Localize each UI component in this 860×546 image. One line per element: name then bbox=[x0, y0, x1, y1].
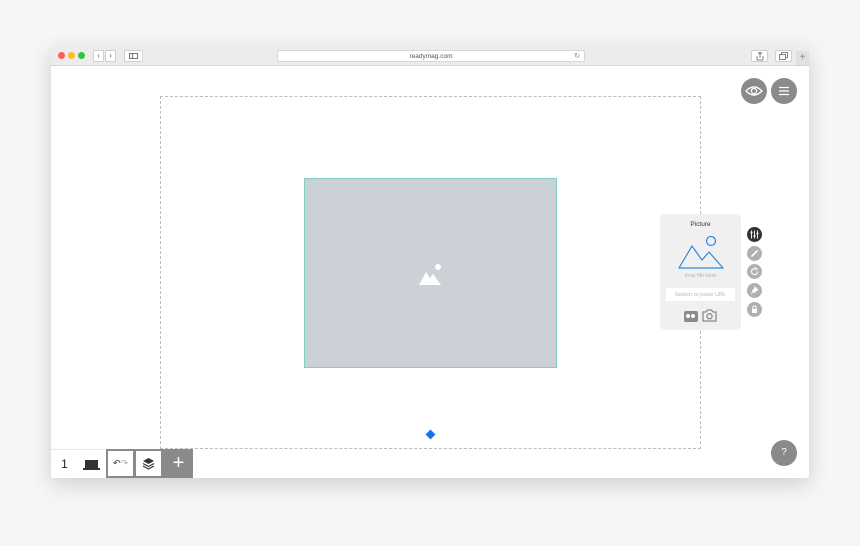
share-button[interactable] bbox=[751, 50, 768, 62]
pin-icon bbox=[750, 286, 759, 295]
hamburger-icon bbox=[779, 86, 789, 96]
mountain-image-icon bbox=[678, 235, 724, 269]
browser-titlebar: ‹ › readymag.com ↻ + bbox=[51, 46, 809, 66]
pin-tool-button[interactable] bbox=[747, 283, 762, 298]
lock-icon bbox=[752, 305, 757, 313]
layers-button[interactable] bbox=[136, 451, 161, 476]
undo-redo-button[interactable]: ↶↷ bbox=[108, 451, 133, 476]
share-icon bbox=[756, 51, 763, 61]
device-view-button[interactable] bbox=[78, 449, 105, 478]
drop-file-hint: drop file here bbox=[684, 273, 717, 279]
eye-icon bbox=[745, 86, 763, 96]
image-placeholder-icon bbox=[419, 264, 441, 285]
zoom-window-button[interactable] bbox=[78, 52, 85, 59]
help-button[interactable]: ? bbox=[771, 440, 797, 466]
panel-title: Picture bbox=[690, 221, 711, 228]
sidebar-toggle-button[interactable] bbox=[124, 50, 143, 62]
minimize-window-button[interactable] bbox=[68, 52, 75, 59]
rotate-icon bbox=[750, 267, 759, 276]
new-tab-button[interactable]: + bbox=[796, 51, 809, 65]
link-icon bbox=[751, 250, 758, 257]
flickr-icon[interactable] bbox=[684, 311, 698, 322]
page-number[interactable]: 1 bbox=[51, 449, 78, 478]
picture-settings-panel: Picture drop file here bbox=[660, 214, 741, 330]
settings-tool-button[interactable] bbox=[747, 227, 762, 242]
chevron-left-icon: ‹ bbox=[97, 51, 100, 60]
layers-icon bbox=[142, 458, 155, 470]
chevron-right-icon: › bbox=[109, 51, 112, 60]
laptop-icon bbox=[83, 460, 100, 470]
browser-window: ‹ › readymag.com ↻ + Picture drop file h… bbox=[51, 46, 809, 478]
close-window-button[interactable] bbox=[58, 52, 65, 59]
sliders-icon bbox=[750, 230, 759, 239]
picture-widget[interactable] bbox=[304, 178, 557, 368]
link-tool-button[interactable] bbox=[747, 246, 762, 261]
forward-button[interactable]: › bbox=[105, 50, 116, 62]
lock-tool-button[interactable] bbox=[747, 302, 762, 317]
address-bar[interactable]: readymag.com ↻ bbox=[277, 50, 585, 62]
tab-overview-button[interactable] bbox=[775, 50, 792, 62]
add-widget-button[interactable]: + bbox=[164, 449, 193, 478]
url-text: readymag.com bbox=[409, 53, 453, 60]
preview-button[interactable] bbox=[741, 78, 767, 104]
rotate-tool-button[interactable] bbox=[747, 264, 762, 279]
camera-icon[interactable] bbox=[702, 309, 717, 322]
undo-icon[interactable]: ↶ bbox=[113, 458, 121, 468]
redo-icon[interactable]: ↷ bbox=[121, 458, 129, 468]
reload-icon[interactable]: ↻ bbox=[574, 51, 580, 62]
sidebar-icon bbox=[129, 53, 138, 59]
tabs-icon bbox=[779, 52, 788, 60]
main-menu-button[interactable] bbox=[771, 78, 797, 104]
search-url-input[interactable] bbox=[666, 288, 735, 301]
back-button[interactable]: ‹ bbox=[93, 50, 104, 62]
